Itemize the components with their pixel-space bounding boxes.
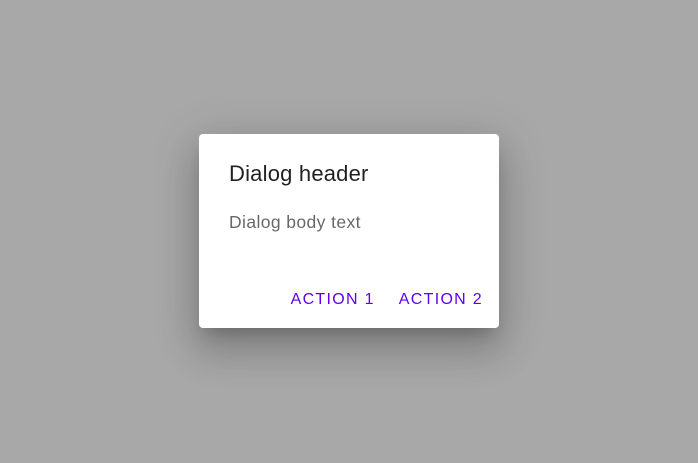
- dialog: Dialog header Dialog body text ACTION 1 …: [199, 134, 499, 328]
- action-1-button[interactable]: ACTION 1: [283, 282, 383, 318]
- dialog-body-text: Dialog body text: [229, 212, 361, 232]
- dialog-title: Dialog header: [229, 161, 369, 186]
- action-2-button[interactable]: ACTION 2: [391, 282, 491, 318]
- dialog-actions: ACTION 1 ACTION 2: [283, 282, 491, 318]
